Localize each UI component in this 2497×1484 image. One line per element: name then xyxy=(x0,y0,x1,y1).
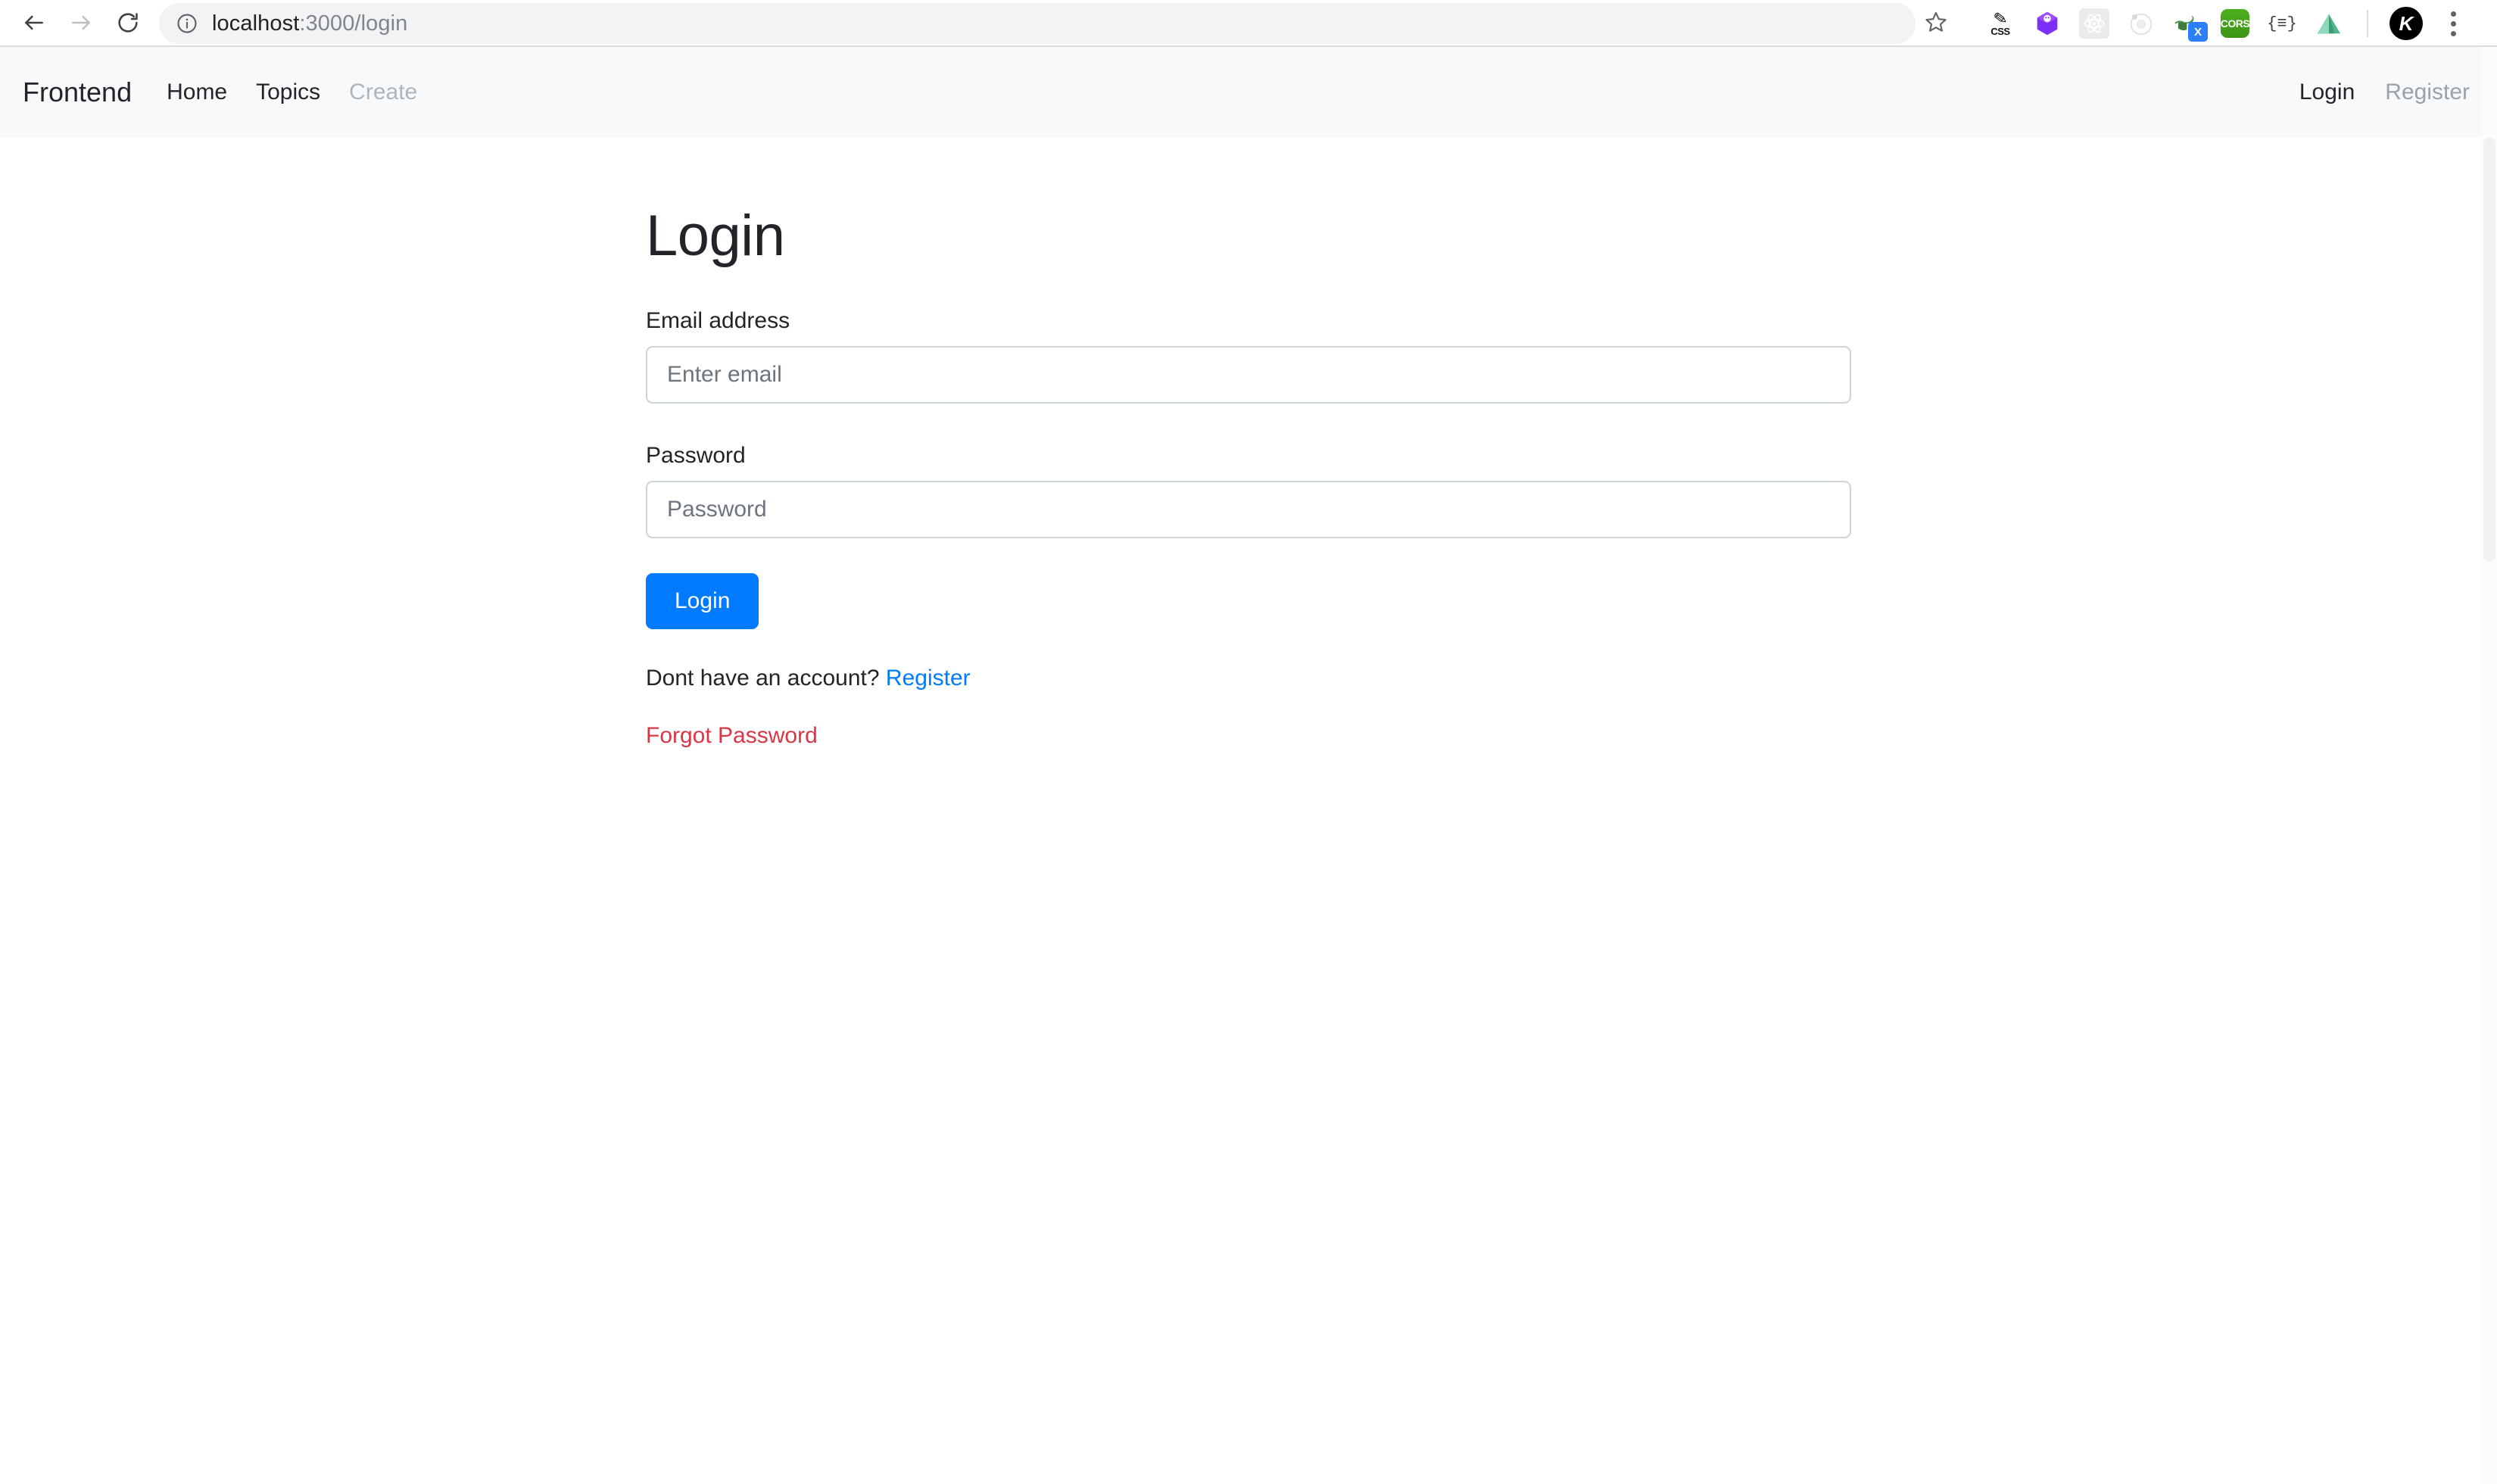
cors-unblock-extension-icon[interactable]: CORS xyxy=(2218,7,2252,40)
browser-toolbar: localhost:3000/login ✎ CSS xyxy=(0,0,2497,47)
chrome-menu-button[interactable] xyxy=(2436,7,2470,40)
page-content: Login Email address Password Login Dont … xyxy=(0,138,2497,1484)
orbit-glyph xyxy=(2127,9,2156,38)
login-submit-button[interactable]: Login xyxy=(646,573,759,629)
bookmark-button[interactable] xyxy=(1916,3,1956,44)
nav-link-register[interactable]: Register xyxy=(2385,80,2470,105)
cors-label: CORS xyxy=(2221,9,2249,38)
nav-link-login[interactable]: Login xyxy=(2299,80,2355,105)
extension-badge: X xyxy=(2188,22,2208,42)
forgot-password-link[interactable]: Forgot Password xyxy=(646,723,818,749)
purple-shield-glyph xyxy=(2033,9,2062,38)
scrollbar-thumb[interactable] xyxy=(2483,138,2495,562)
forward-button[interactable] xyxy=(58,0,104,46)
back-button[interactable] xyxy=(11,0,58,46)
vue-devtools-extension-icon[interactable] xyxy=(2312,7,2346,40)
green-triangle-glyph xyxy=(2315,11,2343,36)
kebab-dot xyxy=(2451,11,2456,17)
react-devtools-extension-icon[interactable] xyxy=(2078,7,2111,40)
browser-nav-buttons xyxy=(0,0,151,46)
primary-nav: Home Topics Create xyxy=(167,80,417,105)
wappalyzer-extension-icon[interactable]: X xyxy=(2171,7,2205,40)
url-text: localhost:3000/login xyxy=(212,11,407,36)
back-arrow-icon xyxy=(22,11,46,35)
nav-link-home[interactable]: Home xyxy=(167,80,227,105)
login-form: Login Email address Password Login Dont … xyxy=(646,138,1851,749)
forward-arrow-icon xyxy=(69,11,93,35)
profile-avatar[interactable]: K xyxy=(2389,7,2423,40)
json-formatter-extension-icon[interactable]: {≡} xyxy=(2265,7,2299,40)
kebab-dot xyxy=(2451,31,2456,36)
page-scrollbar[interactable] xyxy=(2482,47,2497,1484)
json-braces-label: {≡} xyxy=(2267,14,2297,33)
avatar-letter: K xyxy=(2399,12,2414,36)
password-input[interactable] xyxy=(646,481,1851,538)
site-navbar: Frontend Home Topics Create Login Regist… xyxy=(0,47,2497,138)
react-atom-glyph xyxy=(2079,8,2109,39)
url-path: :3000/login xyxy=(299,11,407,36)
extensions-bar: ✎ CSS xyxy=(1984,0,2470,47)
url-host: localhost xyxy=(212,11,299,36)
nav-link-create[interactable]: Create xyxy=(349,80,417,105)
site-info-icon[interactable] xyxy=(173,9,201,38)
submit-row: Login xyxy=(646,538,1851,629)
page-title: Login xyxy=(646,138,1851,269)
register-prompt: Dont have an account? Register xyxy=(646,666,1851,691)
bitwarden-extension-icon[interactable] xyxy=(2031,7,2064,40)
auth-nav: Login Register xyxy=(2299,80,2470,105)
nav-link-topics[interactable]: Topics xyxy=(256,80,320,105)
email-label: Email address xyxy=(646,308,1851,334)
register-prompt-text: Dont have an account? xyxy=(646,666,880,691)
kebab-dot xyxy=(2451,21,2456,26)
toolbar-divider xyxy=(2367,10,2368,37)
email-input[interactable] xyxy=(646,346,1851,404)
address-bar[interactable]: localhost:3000/login xyxy=(159,3,1916,44)
register-link[interactable]: Register xyxy=(886,666,971,691)
pencil-glyph: ✎ xyxy=(1992,10,2008,28)
star-icon xyxy=(1924,10,1948,38)
angular-devtools-extension-icon[interactable] xyxy=(2124,7,2158,40)
password-label: Password xyxy=(646,443,1851,469)
css-pencil-extension-icon[interactable]: ✎ CSS xyxy=(1984,7,2017,40)
brand-logo[interactable]: Frontend xyxy=(23,76,132,108)
reload-button[interactable] xyxy=(104,0,151,46)
reload-icon xyxy=(116,11,140,35)
